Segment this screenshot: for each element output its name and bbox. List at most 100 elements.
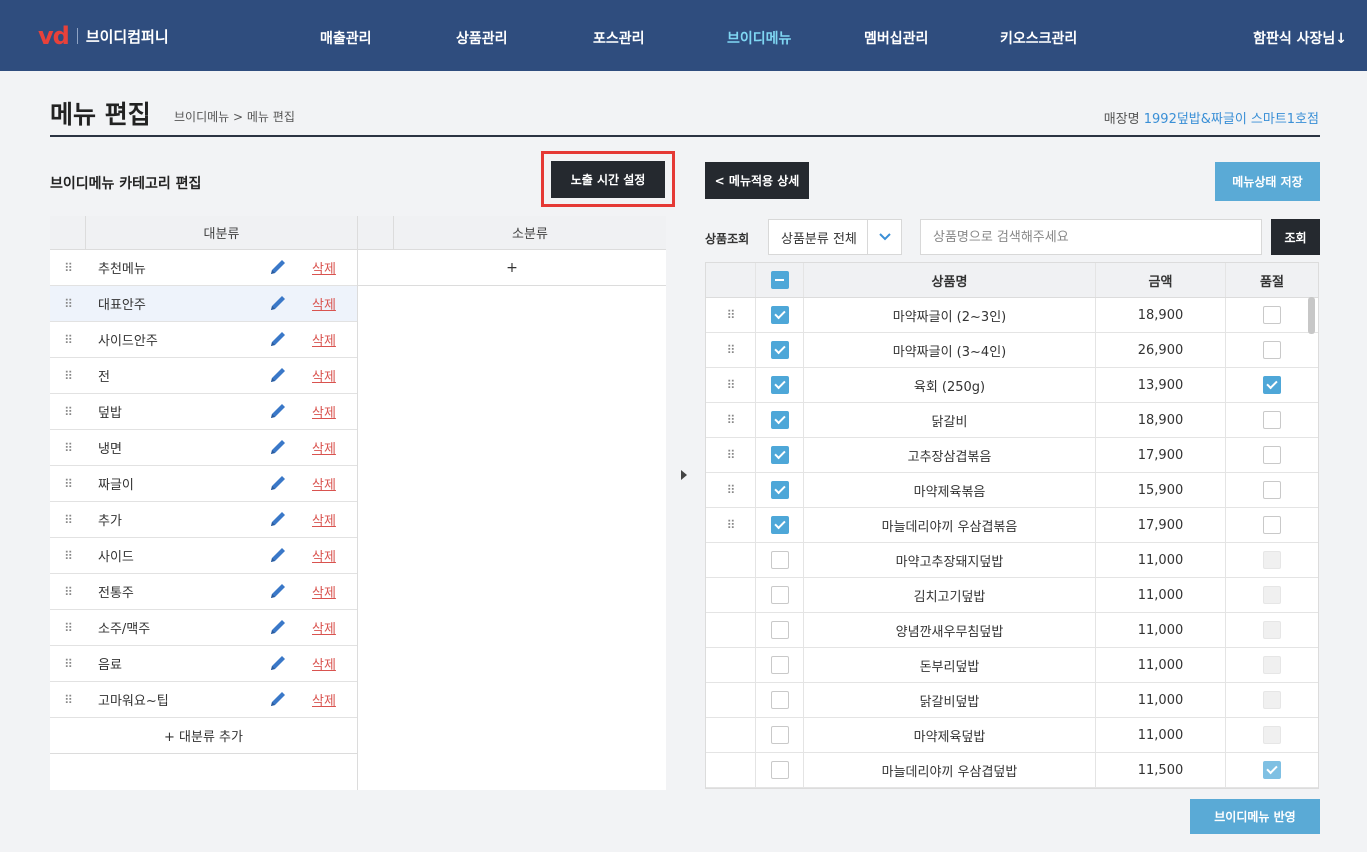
drag-handle-icon[interactable]: ⠿ bbox=[50, 585, 86, 599]
drag-handle-icon[interactable]: ⠿ bbox=[50, 333, 86, 347]
drag-handle-icon[interactable]: ⠿ bbox=[727, 448, 736, 462]
edit-pencil-icon[interactable] bbox=[268, 367, 288, 385]
add-major-category-button[interactable]: + 대분류 추가 bbox=[50, 718, 357, 754]
delete-category-link[interactable]: 삭제 bbox=[312, 582, 336, 601]
edit-pencil-icon[interactable] bbox=[268, 511, 288, 529]
edit-pencil-icon[interactable] bbox=[268, 439, 288, 457]
product-checkbox[interactable] bbox=[770, 446, 789, 464]
save-menu-status-button[interactable]: 메뉴상태 저장 bbox=[1215, 162, 1320, 201]
product-checkbox[interactable] bbox=[770, 306, 789, 324]
drag-handle-icon[interactable]: ⠿ bbox=[727, 308, 736, 322]
delete-category-link[interactable]: 삭제 bbox=[312, 618, 336, 637]
drag-handle-icon[interactable]: ⠿ bbox=[727, 483, 736, 497]
exposure-time-button[interactable]: 노출 시간 설정 bbox=[551, 161, 665, 198]
nav-membership[interactable]: 멤버십관리 bbox=[864, 28, 928, 48]
category-row[interactable]: ⠿ 대표안주 삭제 bbox=[50, 286, 357, 322]
nav-products[interactable]: 상품관리 bbox=[456, 28, 508, 48]
user-menu[interactable]: 함판식 사장님↓ bbox=[1253, 28, 1347, 48]
delete-category-link[interactable]: 삭제 bbox=[312, 402, 336, 421]
category-row[interactable]: ⠿ 소주/맥주 삭제 bbox=[50, 610, 357, 646]
product-checkbox[interactable] bbox=[770, 621, 789, 639]
soldout-checkbox[interactable] bbox=[1263, 516, 1281, 534]
soldout-checkbox[interactable] bbox=[1263, 411, 1281, 429]
category-row[interactable]: ⠿ 냉면 삭제 bbox=[50, 430, 357, 466]
add-minor-category-button[interactable]: + bbox=[358, 250, 666, 286]
drag-handle-icon[interactable]: ⠿ bbox=[727, 378, 736, 392]
product-checkbox[interactable] bbox=[770, 551, 789, 569]
delete-category-link[interactable]: 삭제 bbox=[312, 330, 336, 349]
product-checkbox[interactable] bbox=[770, 341, 789, 359]
category-row[interactable]: ⠿ 사이드 삭제 bbox=[50, 538, 357, 574]
category-row[interactable]: ⠿ 전 삭제 bbox=[50, 358, 357, 394]
product-category-select[interactable]: 상품분류 전체 bbox=[768, 219, 902, 255]
product-row[interactable]: 마늘데리야끼 우삼겹덮밥 11,500 bbox=[706, 753, 1318, 788]
delete-category-link[interactable]: 삭제 bbox=[312, 546, 336, 565]
product-checkbox[interactable] bbox=[770, 481, 789, 499]
drag-handle-icon[interactable]: ⠿ bbox=[50, 549, 86, 563]
soldout-checkbox[interactable] bbox=[1263, 376, 1281, 394]
edit-pencil-icon[interactable] bbox=[268, 403, 288, 421]
edit-pencil-icon[interactable] bbox=[268, 259, 288, 277]
delete-category-link[interactable]: 삭제 bbox=[312, 474, 336, 493]
edit-pencil-icon[interactable] bbox=[268, 295, 288, 313]
drag-handle-icon[interactable]: ⠿ bbox=[50, 693, 86, 707]
product-checkbox[interactable] bbox=[770, 691, 789, 709]
product-row[interactable]: 돈부리덮밥 11,000 bbox=[706, 648, 1318, 683]
drag-handle-icon[interactable]: ⠿ bbox=[50, 477, 86, 491]
product-row[interactable]: 마약제육덮밥 11,000 bbox=[706, 718, 1318, 753]
product-checkbox[interactable] bbox=[770, 376, 789, 394]
product-row[interactable]: ⠿ 마약짜글이 (3~4인) 26,900 bbox=[706, 333, 1318, 368]
delete-category-link[interactable]: 삭제 bbox=[312, 438, 336, 457]
edit-pencil-icon[interactable] bbox=[268, 475, 288, 493]
category-row[interactable]: ⠿ 사이드안주 삭제 bbox=[50, 322, 357, 358]
product-row[interactable]: ⠿ 육회 (250g) 13,900 bbox=[706, 368, 1318, 403]
menu-apply-detail-button[interactable]: < 메뉴적용 상세 bbox=[705, 162, 809, 199]
nav-kiosk[interactable]: 키오스크관리 bbox=[1000, 28, 1077, 48]
product-row[interactable]: 양념깐새우무침덮밥 11,000 bbox=[706, 613, 1318, 648]
drag-handle-icon[interactable]: ⠿ bbox=[50, 405, 86, 419]
apply-vd-menu-button[interactable]: 브이디메뉴 반영 bbox=[1190, 799, 1320, 834]
edit-pencil-icon[interactable] bbox=[268, 619, 288, 637]
drag-handle-icon[interactable]: ⠿ bbox=[50, 621, 86, 635]
table-scrollbar[interactable] bbox=[1308, 297, 1315, 334]
soldout-checkbox[interactable] bbox=[1263, 481, 1281, 499]
delete-category-link[interactable]: 삭제 bbox=[312, 510, 336, 529]
product-row[interactable]: 마약고추장돼지덮밥 11,000 bbox=[706, 543, 1318, 578]
soldout-checkbox[interactable] bbox=[1263, 306, 1281, 324]
edit-pencil-icon[interactable] bbox=[268, 583, 288, 601]
delete-category-link[interactable]: 삭제 bbox=[312, 366, 336, 385]
product-checkbox[interactable] bbox=[770, 411, 789, 429]
delete-category-link[interactable]: 삭제 bbox=[312, 294, 336, 313]
search-button[interactable]: 조회 bbox=[1271, 219, 1320, 255]
edit-pencil-icon[interactable] bbox=[268, 547, 288, 565]
product-search-input[interactable] bbox=[920, 219, 1262, 255]
delete-category-link[interactable]: 삭제 bbox=[312, 258, 336, 277]
product-checkbox[interactable] bbox=[770, 586, 789, 604]
category-row[interactable]: ⠿ 덮밥 삭제 bbox=[50, 394, 357, 430]
drag-handle-icon[interactable]: ⠿ bbox=[50, 297, 86, 311]
nav-sales[interactable]: 매출관리 bbox=[320, 28, 372, 48]
product-checkbox[interactable] bbox=[770, 516, 789, 534]
edit-pencil-icon[interactable] bbox=[268, 655, 288, 673]
edit-pencil-icon[interactable] bbox=[268, 331, 288, 349]
nav-vd-menu[interactable]: 브이디메뉴 bbox=[727, 28, 791, 48]
product-row[interactable]: ⠿ 마약짜글이 (2~3인) 18,900 bbox=[706, 298, 1318, 333]
product-row[interactable]: 닭갈비덮밥 11,000 bbox=[706, 683, 1318, 718]
category-row[interactable]: ⠿ 추가 삭제 bbox=[50, 502, 357, 538]
drag-handle-icon[interactable]: ⠿ bbox=[50, 441, 86, 455]
select-all-checkbox[interactable] bbox=[770, 271, 789, 289]
brand-logo[interactable]: vd 브이디컴퍼니 bbox=[38, 24, 169, 48]
drag-handle-icon[interactable]: ⠿ bbox=[50, 261, 86, 275]
category-row[interactable]: ⠿ 추천메뉴 삭제 bbox=[50, 250, 357, 286]
category-row[interactable]: ⠿ 고마워요~팁 삭제 bbox=[50, 682, 357, 718]
soldout-checkbox[interactable] bbox=[1263, 341, 1281, 359]
product-row[interactable]: ⠿ 마늘데리야끼 우삼겹볶음 17,900 bbox=[706, 508, 1318, 543]
category-row[interactable]: ⠿ 전통주 삭제 bbox=[50, 574, 357, 610]
category-row[interactable]: ⠿ 짜글이 삭제 bbox=[50, 466, 357, 502]
product-row[interactable]: ⠿ 고추장삼겹볶음 17,900 bbox=[706, 438, 1318, 473]
product-row[interactable]: 김치고기덮밥 11,000 bbox=[706, 578, 1318, 613]
nav-pos[interactable]: 포스관리 bbox=[593, 28, 645, 48]
soldout-checkbox[interactable] bbox=[1263, 446, 1281, 464]
drag-handle-icon[interactable]: ⠿ bbox=[727, 343, 736, 357]
product-checkbox[interactable] bbox=[770, 656, 789, 674]
